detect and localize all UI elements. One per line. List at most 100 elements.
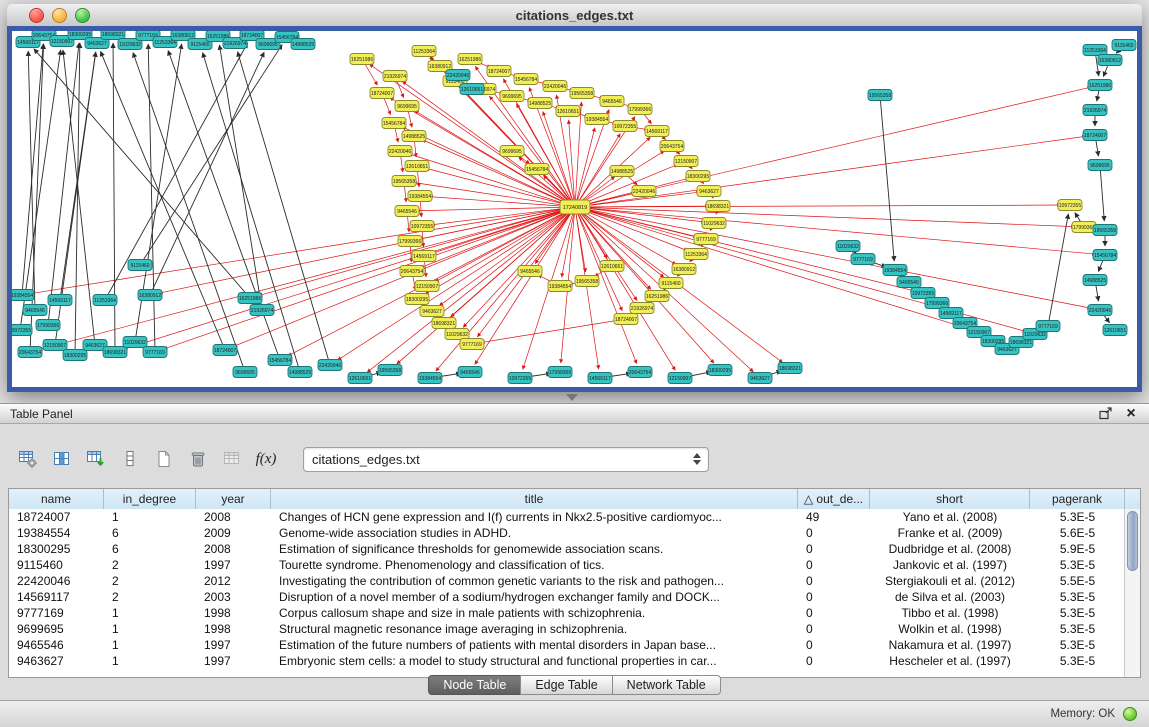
network-node[interactable]: 20643754: [400, 266, 424, 277]
table-cell[interactable]: Dudbridge et al. (2008): [870, 541, 1030, 557]
table-cell[interactable]: 22420046: [9, 573, 104, 589]
table-cell[interactable]: 19384554: [9, 525, 104, 541]
table-cell[interactable]: 1: [104, 621, 196, 637]
network-node[interactable]: 11029632: [123, 337, 147, 348]
table-cell[interactable]: 1: [104, 605, 196, 621]
network-node[interactable]: 21926974: [630, 303, 654, 314]
table-cell[interactable]: Estimation of the future numbers of pati…: [271, 637, 798, 653]
table-cell[interactable]: 5.3E-5: [1030, 557, 1125, 573]
table-cell[interactable]: 1998: [196, 605, 271, 621]
table-cell[interactable]: 1998: [196, 621, 271, 637]
tab-network-table[interactable]: Network Table: [612, 675, 721, 695]
network-node[interactable]: 9699695: [500, 146, 524, 157]
network-node[interactable]: 16251986: [350, 54, 374, 65]
network-node[interactable]: 9699695: [500, 91, 524, 102]
network-node[interactable]: 9463627: [697, 186, 721, 197]
import-table-icon[interactable]: [82, 446, 110, 472]
table-cell[interactable]: 1: [104, 509, 196, 525]
table-cell[interactable]: Genome-wide association studies in ADHD.: [271, 525, 798, 541]
table-cell[interactable]: 6: [104, 541, 196, 557]
table-cell[interactable]: 0: [798, 621, 870, 637]
table-cell[interactable]: 14569117: [9, 589, 104, 605]
table-row[interactable]: 2242004622012Investigating the contribut…: [9, 573, 1125, 589]
network-node[interactable]: 20643754: [18, 347, 42, 358]
network-node[interactable]: 16251986: [458, 54, 482, 65]
network-node[interactable]: 9465546: [23, 305, 47, 316]
network-node[interactable]: 9463627: [420, 306, 444, 317]
table-cell[interactable]: 9463627: [9, 653, 104, 669]
network-node[interactable]: 19384554: [585, 114, 609, 125]
network-node[interactable]: 9465546: [518, 266, 542, 277]
table-cell[interactable]: Tourette syndrome. Phenomenology and cla…: [271, 557, 798, 573]
table-cell[interactable]: Embryonic stem cells: a model to study s…: [271, 653, 798, 669]
tab-edge-table[interactable]: Edge Table: [520, 675, 612, 695]
network-node[interactable]: 18300295: [686, 171, 710, 182]
table-cell[interactable]: 5.3E-5: [1030, 509, 1125, 525]
column-header[interactable]: pagerank: [1030, 489, 1125, 509]
network-node[interactable]: 11029632: [702, 218, 726, 229]
zoom-button[interactable]: [75, 8, 90, 23]
table-cell[interactable]: 0: [798, 557, 870, 573]
network-node[interactable]: 9699695: [395, 101, 419, 112]
network-node[interactable]: 18698321: [778, 363, 802, 374]
network-node[interactable]: 12610651: [348, 373, 372, 384]
network-node[interactable]: 19565358: [378, 365, 402, 376]
table-row[interactable]: 911546021997Tourette syndrome. Phenomeno…: [9, 557, 1125, 573]
memory-status-indicator[interactable]: [1123, 707, 1137, 721]
table-row[interactable]: 946362711997Embryonic stem cells: a mode…: [9, 653, 1125, 669]
table-cell[interactable]: 1: [104, 653, 196, 669]
table-cell[interactable]: Tibbo et al. (1998): [870, 605, 1030, 621]
network-node[interactable]: 18300295: [405, 294, 429, 305]
table-cell[interactable]: 6: [104, 525, 196, 541]
network-node[interactable]: 12150907: [415, 281, 439, 292]
network-node[interactable]: 9699695: [233, 367, 257, 378]
network-node[interactable]: 9115460: [659, 278, 683, 289]
network-node[interactable]: 18698321: [432, 318, 456, 329]
network-node[interactable]: 14988525: [528, 98, 552, 109]
tab-node-table[interactable]: Node Table: [428, 675, 521, 695]
table-cell[interactable]: 5.9E-5: [1030, 541, 1125, 557]
table-cell[interactable]: 9465546: [9, 637, 104, 653]
panel-divider-grip[interactable]: [566, 394, 578, 401]
network-node[interactable]: 18698321: [706, 201, 730, 212]
network-node[interactable]: 9465546: [458, 367, 482, 378]
network-node[interactable]: 16251986: [1088, 80, 1112, 91]
table-row[interactable]: 1938455462009Genome-wide association stu…: [9, 525, 1125, 541]
table-cell[interactable]: 2009: [196, 525, 271, 541]
network-node[interactable]: 9465546: [600, 96, 624, 107]
table-row[interactable]: 1872400712008Changes of HCN gene express…: [9, 509, 1125, 525]
network-node[interactable]: 21926974: [250, 305, 274, 316]
table-cell[interactable]: Structural magnetic resonance image aver…: [271, 621, 798, 637]
network-node[interactable]: 16380912: [138, 290, 162, 301]
scrollbar-thumb[interactable]: [1127, 511, 1138, 571]
network-node[interactable]: 18300295: [708, 365, 732, 376]
network-node[interactable]: 9699695: [1088, 160, 1112, 171]
table-cell[interactable]: 5.3E-5: [1030, 605, 1125, 621]
column-header[interactable]: year: [196, 489, 271, 509]
table-cell[interactable]: 1997: [196, 653, 271, 669]
network-node[interactable]: 16251986: [238, 293, 262, 304]
network-node[interactable]: 9777169: [1036, 321, 1060, 332]
network-node[interactable]: 17240819: [560, 200, 590, 214]
select-columns-icon[interactable]: [48, 446, 76, 472]
table-cell[interactable]: 5.5E-5: [1030, 573, 1125, 589]
close-button[interactable]: [29, 8, 44, 23]
network-node[interactable]: 9115460: [128, 260, 152, 271]
table-cell[interactable]: 2: [104, 589, 196, 605]
function-builder-icon[interactable]: f(x): [252, 446, 280, 472]
network-node[interactable]: 18724007: [487, 66, 511, 77]
network-node[interactable]: 9115460: [1112, 40, 1136, 51]
network-node[interactable]: 22420046: [1088, 305, 1112, 316]
table-cell[interactable]: 0: [798, 589, 870, 605]
column-header[interactable]: name: [9, 489, 104, 509]
network-node[interactable]: 15456784: [525, 164, 549, 175]
network-node[interactable]: 22420046: [318, 360, 342, 371]
network-node[interactable]: 19565358: [570, 88, 594, 99]
table-cell[interactable]: 2: [104, 573, 196, 589]
network-node[interactable]: 17999366: [548, 367, 572, 378]
network-node[interactable]: 11029632: [445, 329, 469, 340]
close-panel-icon[interactable]: ×: [1123, 406, 1139, 422]
network-node[interactable]: 16251986: [645, 291, 669, 302]
network-node[interactable]: 18300295: [63, 350, 87, 361]
table-cell[interactable]: Yano et al. (2008): [870, 509, 1030, 525]
